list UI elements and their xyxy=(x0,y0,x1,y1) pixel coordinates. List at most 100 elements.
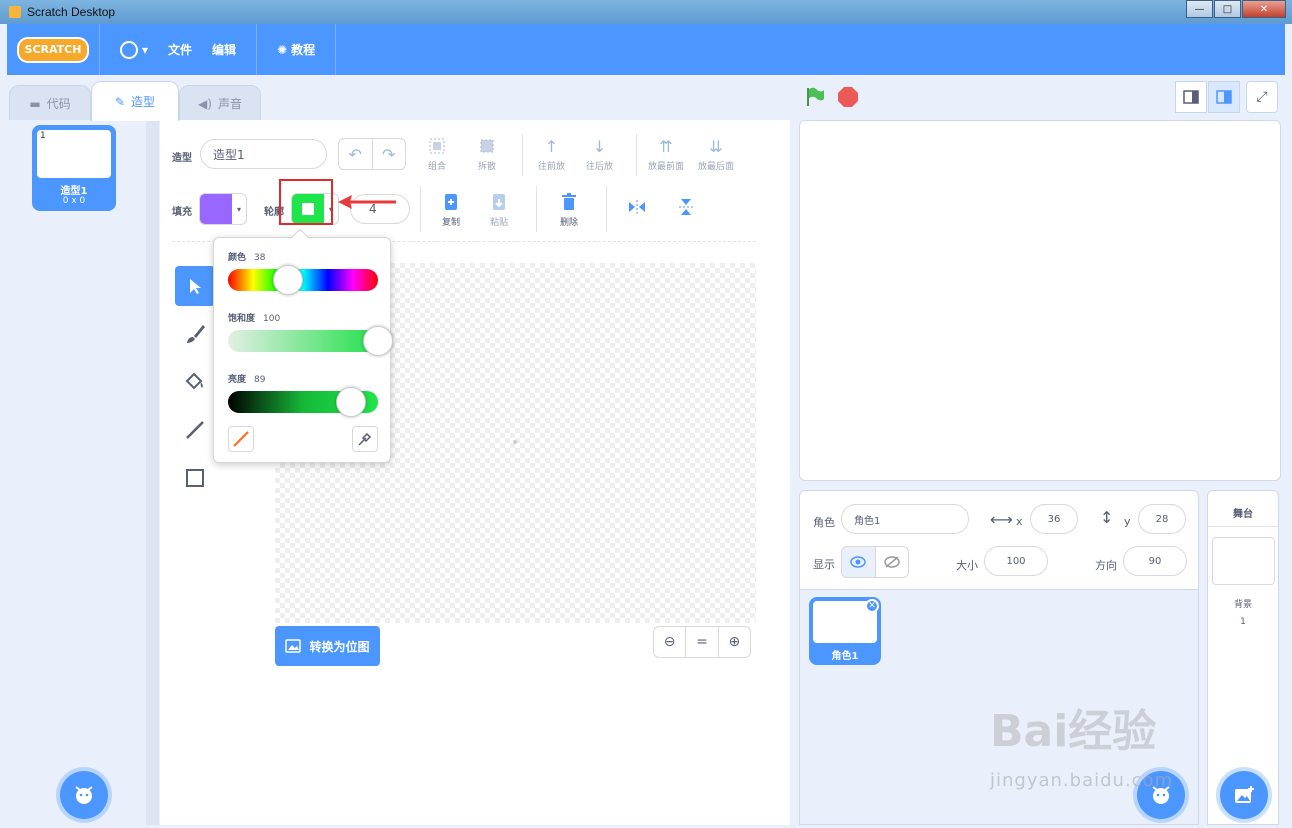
add-costume-button[interactable] xyxy=(60,771,108,819)
hue-value: 38 xyxy=(254,253,266,263)
tutorials-menu[interactable]: ✺ 教程 xyxy=(277,41,315,58)
large-stage-button[interactable] xyxy=(1208,81,1240,113)
hue-slider-knob[interactable] xyxy=(273,265,303,295)
flip-vertical-button[interactable] xyxy=(677,198,695,216)
add-backdrop-button[interactable] xyxy=(1220,771,1268,819)
cursor-icon xyxy=(190,279,201,294)
tutorials-label: 教程 xyxy=(291,43,316,57)
redo-button[interactable]: ↷ xyxy=(373,139,406,169)
stage-canvas[interactable] xyxy=(799,120,1281,481)
group-icon xyxy=(429,138,445,154)
backward-button[interactable]: ↓ 往后放 xyxy=(586,137,613,172)
brightness-value: 89 xyxy=(254,375,266,385)
stage-thumbnail[interactable] xyxy=(1212,537,1275,585)
saturation-slider[interactable] xyxy=(228,326,393,356)
forward-button[interactable]: ↑ 往前放 xyxy=(538,137,565,172)
toolbar-divider xyxy=(522,134,523,176)
zoom-out-icon: ⊖ xyxy=(663,634,676,650)
baidu-watermark: Bai经验 xyxy=(990,706,1157,757)
file-menu[interactable]: 文件 xyxy=(168,41,192,58)
brush-tool[interactable] xyxy=(175,314,215,354)
annotation-arrow-icon xyxy=(338,195,396,209)
sprite-item[interactable]: 角色1 ✕ xyxy=(809,597,881,665)
backdrops-count: 1 xyxy=(1240,617,1246,627)
scratch-logo[interactable]: SCRATCH xyxy=(17,36,89,63)
line-tool[interactable] xyxy=(175,410,215,450)
x-label: x xyxy=(1016,515,1023,528)
x-input[interactable]: 36 xyxy=(1030,504,1078,534)
window-title: Scratch Desktop xyxy=(27,5,116,19)
undo-button[interactable]: ↶ xyxy=(339,139,373,169)
show-button[interactable] xyxy=(842,547,876,577)
fullscreen-button[interactable]: ⤢ xyxy=(1246,81,1278,113)
saturation-slider-knob[interactable] xyxy=(363,326,393,356)
language-menu[interactable]: ▾ xyxy=(120,40,148,59)
fill-tool[interactable] xyxy=(175,362,215,402)
brightness-slider-knob[interactable] xyxy=(336,387,366,417)
delete-sprite-icon[interactable]: ✕ xyxy=(865,599,879,613)
select-tool[interactable] xyxy=(175,266,215,306)
costume-item[interactable]: 1 造型1 0 x 0 xyxy=(32,125,116,211)
menu-divider xyxy=(256,24,258,75)
edit-menu[interactable]: 编辑 xyxy=(212,41,236,58)
brightness-slider[interactable] xyxy=(228,387,378,417)
hide-button[interactable] xyxy=(876,547,909,577)
costume-name-input[interactable]: 造型1 xyxy=(200,139,327,169)
color-picker-popover: 颜色 38 饱和度 100 亮度 89 xyxy=(213,228,393,463)
size-input[interactable]: 100 xyxy=(984,546,1048,576)
zoom-reset-button[interactable]: = xyxy=(686,627,719,657)
highlight-box xyxy=(279,179,333,225)
convert-to-bitmap-label: 转换为位图 xyxy=(309,639,370,654)
hue-slider[interactable] xyxy=(228,265,378,295)
app-icon xyxy=(9,6,21,18)
brightness-label-row: 亮度 89 xyxy=(228,372,265,385)
paste-button[interactable]: 粘贴 xyxy=(490,193,508,228)
direction-input[interactable]: 90 xyxy=(1123,546,1187,576)
brightness-label: 亮度 xyxy=(228,375,247,385)
flip-horizontal-button[interactable] xyxy=(628,198,646,216)
arrow-top-icon: ⇈ xyxy=(659,137,673,156)
visibility-toggle xyxy=(841,546,909,578)
ungroup-label: 拆散 xyxy=(478,162,497,172)
zoom-out-button[interactable]: ⊖ xyxy=(654,627,687,657)
minimize-button[interactable]: — xyxy=(1186,0,1213,18)
brush-icon xyxy=(187,325,205,343)
close-button[interactable]: ✕ xyxy=(1242,0,1286,18)
delete-label: 删除 xyxy=(560,218,579,228)
convert-to-bitmap-button[interactable]: 转换为位图 xyxy=(275,626,380,666)
paste-label: 粘贴 xyxy=(490,218,509,228)
saturation-label-row: 饱和度 100 xyxy=(228,311,280,324)
editor-tabs: ▬ 代码 ✎ 造型 ◀) 声音 xyxy=(7,75,787,121)
front-button[interactable]: ⇈ 放最前面 xyxy=(648,137,684,172)
stop-icon[interactable] xyxy=(837,86,859,108)
delete-button[interactable]: 删除 xyxy=(560,193,578,228)
back-button[interactable]: ⇊ 放最后面 xyxy=(698,137,734,172)
small-stage-button[interactable] xyxy=(1175,81,1207,113)
toolbar-divider xyxy=(536,186,537,232)
eyedropper-button[interactable] xyxy=(352,426,378,452)
rectangle-tool[interactable] xyxy=(175,458,215,498)
copy-button[interactable]: 复制 xyxy=(442,193,460,228)
maximize-button[interactable]: □ xyxy=(1214,0,1241,18)
tab-label: 造型 xyxy=(131,95,156,109)
lightbulb-icon: ✺ xyxy=(277,42,288,57)
tab-code[interactable]: ▬ 代码 xyxy=(9,85,91,121)
no-color-button[interactable] xyxy=(228,426,254,452)
saturation-value: 100 xyxy=(263,314,281,324)
zoom-in-button[interactable]: ⊕ xyxy=(719,627,750,657)
tab-costumes[interactable]: ✎ 造型 xyxy=(91,81,179,121)
y-arrow-icon: ↕ xyxy=(1100,508,1114,527)
chevron-down-icon: ▾ xyxy=(236,204,241,214)
flip-horizontal-icon xyxy=(629,200,645,214)
saturation-label: 饱和度 xyxy=(228,314,256,324)
green-flag-icon[interactable] xyxy=(804,86,826,108)
redo-icon: ↷ xyxy=(382,144,396,164)
y-input[interactable]: 28 xyxy=(1138,504,1186,534)
tab-sounds[interactable]: ◀) 声音 xyxy=(179,85,261,121)
arrow-up-icon: ↑ xyxy=(544,137,559,156)
group-button[interactable]: 组合 xyxy=(428,137,446,172)
ungroup-button[interactable]: 拆散 xyxy=(478,137,496,172)
costume-list-scrollbar[interactable] xyxy=(146,120,159,825)
fill-color-button[interactable]: ▾ xyxy=(199,193,247,225)
sprite-name-input[interactable]: 角色1 xyxy=(841,504,969,534)
